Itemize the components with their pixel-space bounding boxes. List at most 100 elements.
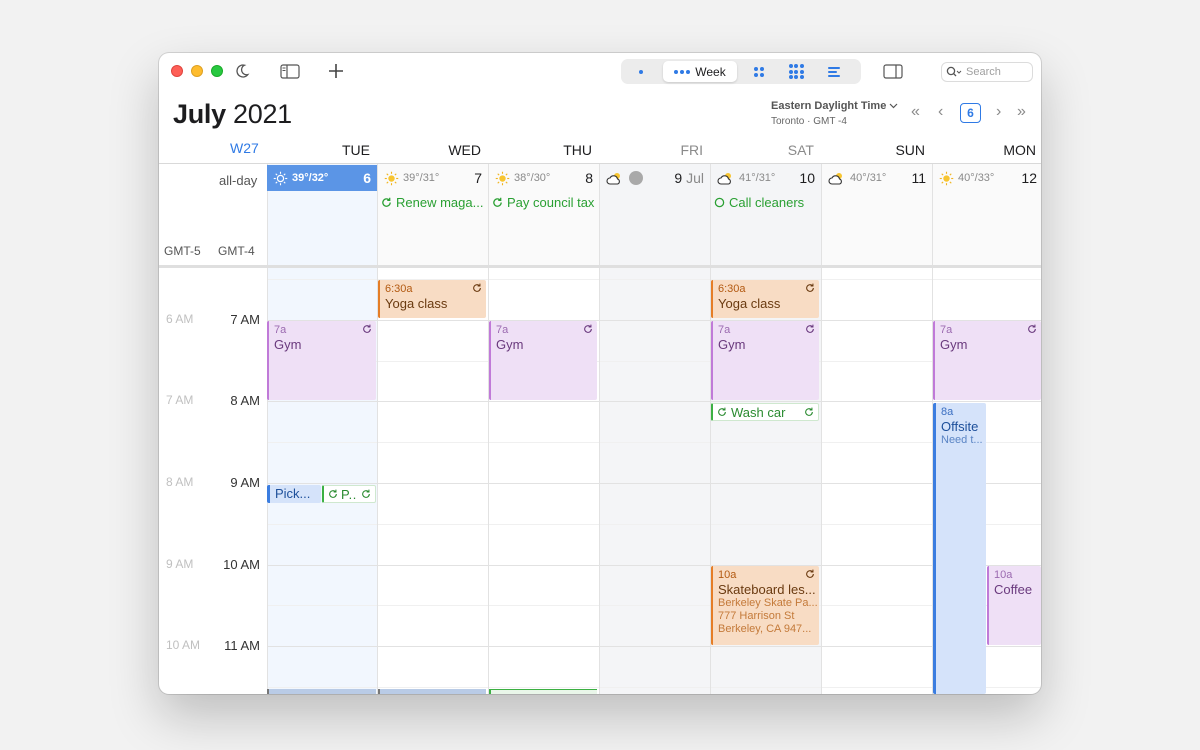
event-time: 6:30a — [718, 283, 746, 295]
week-view-button[interactable]: Week — [663, 61, 737, 82]
sun-icon — [273, 171, 288, 185]
event-wash-car[interactable]: Wash car — [711, 403, 819, 421]
event-title: Gym — [718, 337, 746, 352]
event-title: P... — [341, 486, 358, 502]
event-stub[interactable] — [378, 689, 486, 694]
calendar-window: Week Search July 2021 Eastern Daylight T… — [159, 53, 1041, 694]
month-view-button[interactable] — [745, 61, 773, 82]
date-number: 6 — [363, 170, 371, 186]
event-title: Pay council tax — [507, 194, 595, 210]
date-cell-thu[interactable]: 38°/30° 8 — [489, 165, 599, 191]
timezone-selector[interactable]: Eastern Daylight Time Toronto · GMT -4 — [771, 100, 906, 127]
date-cell-sun[interactable]: 40°/31° 11 — [822, 165, 932, 191]
close-window-button[interactable] — [171, 65, 183, 77]
date-cell-tue[interactable]: 39°/32° 6 — [267, 165, 377, 191]
inspector-toggle-icon[interactable] — [882, 63, 904, 79]
event-title: Yoga class — [718, 296, 781, 311]
allday-event[interactable]: Call cleaners — [714, 194, 818, 210]
time-label-secondary: 9 AM — [166, 557, 194, 571]
next-week-button[interactable]: › — [996, 103, 1001, 121]
event-gym-mon[interactable]: 7a Gym — [933, 321, 1041, 400]
zoom-window-button[interactable] — [211, 65, 223, 77]
event-city: Berkeley, CA 947... — [718, 623, 812, 635]
title-month: July — [173, 99, 226, 129]
previous-week-button[interactable]: ‹ — [938, 103, 943, 121]
day-view-button[interactable] — [627, 61, 655, 82]
repeat-icon — [806, 569, 814, 578]
month-view-icon — [754, 66, 764, 77]
allday-event[interactable]: Pay council tax — [492, 194, 596, 210]
time-label-secondary: 6 AM — [166, 312, 194, 326]
event-title: Pick... — [275, 486, 311, 501]
repeat-icon — [329, 489, 337, 498]
column-divider — [267, 164, 268, 694]
cloud-sun-icon — [828, 172, 842, 185]
minimize-window-button[interactable] — [191, 65, 203, 77]
event-offsite[interactable]: 8a Offsite Need t... — [933, 403, 986, 694]
repeat-icon — [382, 197, 391, 207]
date-cell-mon[interactable]: 40°/33° 12 — [933, 165, 1041, 191]
weather-temp: 39°/32° — [292, 172, 329, 184]
event-stub[interactable] — [489, 689, 597, 694]
date-cell-sat[interactable]: 41°/31° 10 — [711, 165, 821, 191]
day-view-icon — [639, 69, 643, 74]
list-view-button[interactable] — [819, 61, 849, 82]
moon-icon[interactable] — [233, 62, 251, 80]
week-number[interactable]: W27 — [230, 140, 259, 156]
title-year: 2021 — [233, 99, 292, 129]
event-yoga-wed[interactable]: 6:30a Yoga class — [378, 280, 486, 318]
next-week-fast-button[interactable]: » — [1017, 103, 1026, 121]
event-title: Gym — [940, 337, 968, 352]
event-time: 7a — [718, 324, 731, 336]
weekend-bg-fri — [600, 164, 711, 694]
day-name-mon: MON — [1003, 142, 1036, 158]
column-divider — [599, 164, 600, 694]
date-cell-fri[interactable]: 9 Jul — [600, 165, 710, 191]
event-gym-tue[interactable]: 7a Gym — [267, 321, 376, 400]
day-name-tue: TUE — [342, 142, 370, 158]
repeat-icon — [584, 324, 592, 333]
date-number: 11 — [911, 170, 926, 186]
repeat-icon — [473, 283, 481, 292]
weather-temp: 40°/31° — [850, 172, 887, 184]
search-placeholder: Search — [966, 66, 1001, 78]
repeat-icon — [806, 324, 814, 333]
primary-timezone-label: GMT-4 — [218, 244, 255, 258]
weather-temp: 38°/30° — [514, 172, 551, 184]
event-time: 6:30a — [385, 283, 413, 295]
moon-phase-icon — [629, 171, 643, 185]
event-time: 10a — [994, 569, 1013, 581]
event-location: Berkeley Skate Pa... — [718, 597, 818, 609]
grid-line — [267, 361, 1041, 362]
time-label: 7 AM — [230, 312, 260, 327]
weather-temp: 40°/33° — [958, 172, 995, 184]
event-time: 7a — [274, 324, 287, 336]
chevron-down-icon — [889, 103, 898, 109]
event-gym-sat[interactable]: 7a Gym — [711, 321, 819, 400]
add-event-button[interactable] — [325, 60, 347, 82]
event-yoga-sat[interactable]: 6:30a Yoga class — [711, 280, 819, 318]
today-button[interactable]: 6 — [960, 103, 981, 123]
year-view-button[interactable] — [781, 61, 811, 82]
event-gym-thu[interactable]: 7a Gym — [489, 321, 597, 400]
event-pick[interactable]: Pick... — [267, 485, 321, 503]
circle-icon — [714, 197, 725, 207]
year-view-icon — [788, 64, 804, 79]
sidebar-toggle-icon[interactable] — [279, 63, 301, 79]
previous-week-fast-button[interactable]: « — [911, 103, 920, 121]
allday-label: all-day — [219, 173, 258, 188]
event-coffee[interactable]: 10a Coffee — [987, 566, 1041, 645]
time-label: 8 AM — [230, 393, 260, 408]
day-name-sat: SAT — [787, 142, 814, 158]
event-p[interactable]: P... — [322, 485, 376, 503]
allday-separator — [159, 265, 1041, 268]
today-column-bg — [267, 164, 378, 694]
date-cell-wed[interactable]: 39°/31° 7 — [378, 165, 488, 191]
grid-line — [267, 646, 1041, 647]
repeat-icon — [493, 197, 502, 207]
event-skateboard[interactable]: 10a Skateboard les... Berkeley Skate Pa.… — [711, 566, 819, 645]
search-field[interactable]: Search — [941, 62, 1033, 82]
date-number: 12 — [1021, 170, 1037, 186]
event-stub[interactable] — [267, 689, 376, 694]
allday-event[interactable]: Renew maga... — [381, 194, 485, 210]
